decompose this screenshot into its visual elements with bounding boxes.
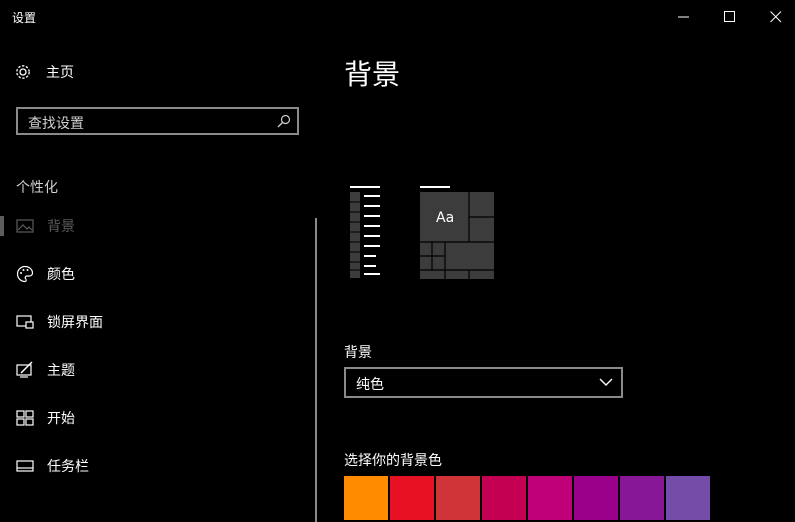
color-swatch-grid [344,476,710,520]
window-title: 设置 [12,11,37,25]
sidebar-item-label: 锁屏界面 [47,315,103,331]
sidebar-item-background[interactable]: 背景 [0,206,300,246]
color-swatch[interactable] [528,476,572,520]
color-swatch[interactable] [436,476,480,520]
sidebar-item-colors[interactable]: 颜色 [0,254,300,294]
sidebar: 主页 查找设置 个性化 背景 颜色 锁屏界面 主题 开始 任务栏 [0,34,320,522]
active-indicator [0,216,4,236]
sidebar-item-label: 背景 [47,219,75,235]
sidebar-item-label: 任务栏 [47,459,89,475]
background-type-value: 纯色 [356,377,384,393]
search-input[interactable]: 查找设置 [16,107,299,135]
search-placeholder: 查找设置 [28,116,84,132]
color-swatch[interactable] [344,476,388,520]
theme-icon [16,361,33,378]
sidebar-item-themes[interactable]: 主题 [0,350,300,390]
taskbar-icon [16,460,34,472]
page-title: 背景 [344,58,401,91]
home-label: 主页 [46,65,74,81]
sidebar-item-taskbar[interactable]: 任务栏 [0,446,300,486]
sidebar-item-label: 颜色 [47,267,75,283]
scrollbar[interactable] [315,218,317,522]
color-swatch[interactable] [620,476,664,520]
sidebar-item-start[interactable]: 开始 [0,398,300,438]
section-title: 个性化 [16,180,58,196]
background-type-label: 背景 [344,345,372,361]
color-swatch[interactable] [390,476,434,520]
sidebar-item-label: 开始 [47,411,75,427]
theme-preview [350,186,494,279]
picture-icon [16,219,34,233]
lockscreen-icon [16,315,34,329]
gear-icon [16,65,30,79]
sidebar-item-label: 主题 [47,363,75,379]
color-swatch[interactable] [574,476,618,520]
sidebar-item-lockscreen[interactable]: 锁屏界面 [0,302,300,342]
main-content: 背景 Aa 背景 纯色 选择你的背景色 [344,0,795,522]
search-icon[interactable] [277,114,291,128]
list-preview [350,186,380,278]
start-icon [16,410,34,426]
chevron-down-icon [599,378,613,386]
color-swatch[interactable] [666,476,710,520]
color-swatch[interactable] [482,476,526,520]
tile-preview [420,186,494,279]
background-type-dropdown[interactable]: 纯色 [344,367,623,398]
home-link[interactable]: 主页 [14,62,74,82]
preview-sample-text: Aa [436,210,455,226]
palette-icon [16,265,34,283]
color-picker-label: 选择你的背景色 [344,453,442,469]
